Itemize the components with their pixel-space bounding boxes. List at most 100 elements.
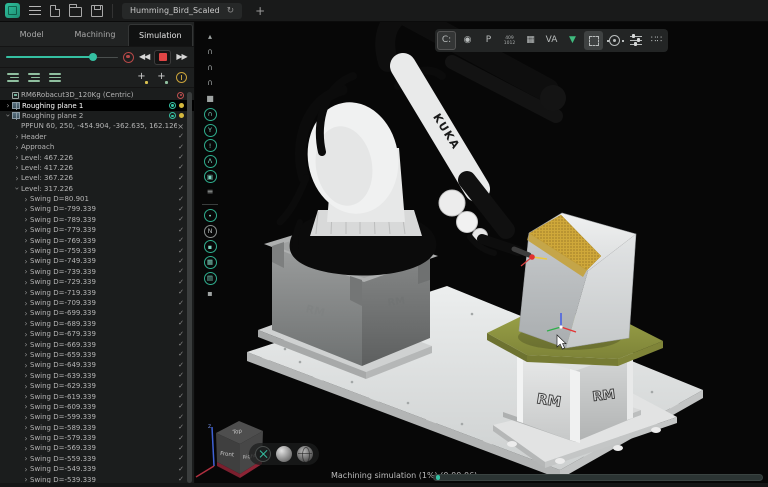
3d-viewport[interactable]: RM RM RM RM [195,22,768,487]
tree-chevron-icon[interactable]: › [22,424,30,431]
tree-row[interactable]: ›Level: 417.226✓ [0,163,194,173]
target-status-icon[interactable] [169,102,176,109]
fit-view-button[interactable] [255,446,271,462]
tree-row[interactable]: ›Swing D=-789.339✓ [0,215,194,225]
tree-row[interactable]: ›Swing D=-699.339✓ [0,308,194,318]
tree-chevron-icon[interactable]: › [22,289,30,296]
tree-chevron-icon[interactable]: › [22,414,30,421]
machine-config-icon[interactable]: C: [437,31,456,50]
sliders-icon[interactable] [626,31,645,50]
tree-row[interactable]: ›Roughing plane 2 [0,111,194,121]
tree-row[interactable]: ›Swing D=-629.339✓ [0,381,194,391]
slider-thumb[interactable] [89,53,97,61]
fast-forward-button[interactable]: ▶▶ [176,52,186,62]
apps-grid-icon[interactable]: ∷∷ [647,31,666,50]
enabled-check-icon[interactable]: ✓ [178,383,184,390]
enabled-check-icon[interactable]: ✓ [178,310,184,317]
tree-chevron-icon[interactable]: › [22,445,30,452]
enabled-check-icon[interactable]: ✓ [178,175,184,182]
tree-row[interactable]: ›Swing D=-729.339✓ [0,277,194,287]
tree-chevron-icon[interactable]: › [13,164,21,171]
tree-chevron-icon[interactable]: › [22,383,30,390]
tree-row[interactable]: ›Swing D=-709.339✓ [0,298,194,308]
tab-machining[interactable]: Machining [63,22,126,46]
solid-circle-icon[interactable]: ▪ [204,240,217,253]
tree-row[interactable]: ›Swing D=-639.339✓ [0,371,194,381]
disabled-x-icon[interactable]: × [177,123,184,130]
tree-chevron-icon[interactable]: › [22,206,30,213]
tree-row[interactable]: ›Swing D=-599.339✓ [0,412,194,422]
tree-row[interactable]: ›Swing D=-769.339✓ [0,235,194,245]
stop-button[interactable] [154,50,171,65]
tree-chevron-icon[interactable]: › [22,258,30,265]
enabled-check-icon[interactable]: ✓ [178,237,184,244]
record-button[interactable] [123,52,134,63]
tree-row[interactable]: ›Swing D=80.901✓ [0,194,194,204]
tree-chevron-icon[interactable]: › [22,310,30,317]
enabled-check-icon[interactable]: ✓ [178,393,184,400]
app-logo-icon[interactable] [5,3,20,18]
tree-row[interactable]: ›Swing D=-609.339✓ [0,402,194,412]
tree-row[interactable]: ›Swing D=-569.339✓ [0,443,194,453]
tree-row[interactable]: RM6Robacut3D_120Kg (Centric) [0,90,194,100]
enabled-check-icon[interactable]: ✓ [178,164,184,171]
scroll-up-icon[interactable]: ▴ [204,30,217,43]
tree-scrollbar[interactable] [187,92,192,483]
cube-icon[interactable]: ■ [204,92,217,105]
enabled-check-icon[interactable]: ✓ [178,466,184,473]
enabled-check-icon[interactable]: ✓ [178,196,184,203]
tree-chevron-icon[interactable]: › [22,351,30,358]
pin-circle-icon[interactable]: ! [204,139,217,152]
save-icon[interactable] [91,5,103,17]
tree-row[interactable]: ›Roughing plane 1 [0,100,194,110]
new-tab-button[interactable]: + [255,6,265,16]
tree-row[interactable]: ›Swing D=-779.339✓ [0,225,194,235]
workpiece-block[interactable] [519,213,636,348]
tree-row[interactable]: ›Approach✓ [0,142,194,152]
3d-scene[interactable]: RM RM RM RM [195,22,768,487]
flat-list-icon[interactable] [49,73,61,82]
tree-row[interactable]: ›Swing D=-549.339✓ [0,464,194,474]
filter-circle-icon[interactable]: Y [204,124,217,137]
enabled-check-icon[interactable]: ✓ [178,445,184,452]
tree-chevron-icon[interactable]: › [22,237,30,244]
tree-chevron-icon[interactable]: › [22,331,30,338]
tree-row[interactable]: ›Swing D=-719.339✓ [0,287,194,297]
tree-chevron-icon[interactable]: › [22,268,30,275]
tree-row[interactable]: ›Swing D=-799.339✓ [0,204,194,214]
enabled-check-icon[interactable]: ✓ [178,414,184,421]
grid-icon[interactable]: ▦ [521,31,540,50]
chip-icon[interactable]: ▪ [204,287,217,300]
new-file-icon[interactable] [50,5,60,17]
enabled-check-icon[interactable]: ✓ [178,185,184,192]
tree-chevron-icon[interactable]: › [4,102,12,109]
gear-icon[interactable] [605,31,624,50]
tree-chevron-icon[interactable]: › [14,185,21,193]
tree-chevron-icon[interactable]: › [13,154,21,161]
tree-chevron-icon[interactable]: › [5,112,12,120]
tree-row[interactable]: ›Swing D=-579.339✓ [0,433,194,443]
tree-row[interactable]: PPFUN 60, 250, -454.904, -362.635, 162.1… [0,121,194,131]
tree-chevron-icon[interactable]: › [13,175,21,182]
tree-chevron-icon[interactable]: › [22,455,30,462]
selection-box-icon[interactable] [584,31,603,50]
tree-row[interactable]: ›Swing D=-649.339✓ [0,360,194,370]
tree-chevron-icon[interactable]: › [22,372,30,379]
enabled-check-icon[interactable]: ✓ [178,424,184,431]
enabled-check-icon[interactable]: ✓ [178,341,184,348]
tree-chevron-icon[interactable]: › [22,279,30,286]
shaded-view-button[interactable] [276,446,292,462]
tree-row[interactable]: ›Swing D=-669.339✓ [0,339,194,349]
robot-status-icon[interactable] [177,92,184,99]
enabled-check-icon[interactable]: ✓ [178,362,184,369]
simulation-progress-bar[interactable] [433,474,763,481]
enabled-check-icon[interactable]: ✓ [178,279,184,286]
layers-icon[interactable]: ≡ [204,186,217,199]
probe-circle-icon[interactable]: Λ [204,155,217,168]
enabled-check-icon[interactable]: ✓ [178,435,184,442]
operator-icon[interactable]: ◉ [458,31,477,50]
enabled-check-icon[interactable]: ✓ [178,206,184,213]
mesh-circle-icon[interactable]: ▦ [204,256,217,269]
tree-row[interactable]: ›Level: 317.226✓ [0,184,194,194]
tree-chevron-icon[interactable]: › [22,320,30,327]
